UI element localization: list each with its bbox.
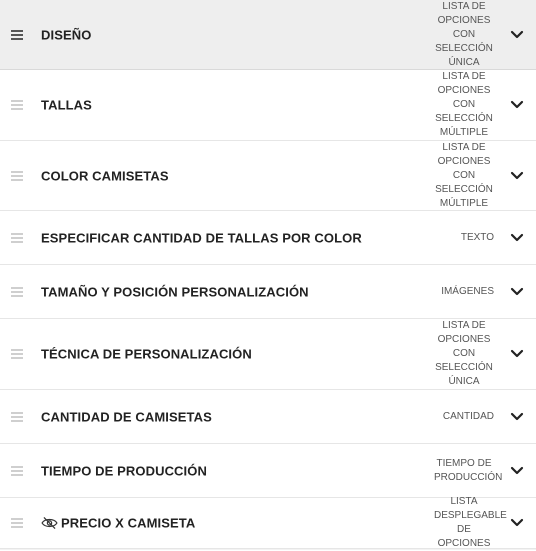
field-row[interactable]: TAMAÑO Y POSICIÓN PERSONALIZACIÓN IMÁGENE… [0, 265, 536, 319]
field-title-text: PRECIO X CAMISETA [61, 515, 196, 531]
field-type: IMÁGENES [414, 285, 494, 299]
field-row[interactable]: TIEMPO DE PRODUCCIÓN TIEMPO DE PRODUCCIÓN [0, 444, 536, 498]
field-type: CANTIDAD [414, 410, 494, 424]
field-type-line: MÚLTIPLE [439, 197, 489, 209]
field-type-line: SELECCIÓN [435, 42, 493, 54]
field-type-line: OPCIONES [437, 334, 491, 345]
drag-handle-icon[interactable] [11, 100, 23, 110]
field-type: TIEMPO DE PRODUCCIÓN [414, 457, 503, 485]
field-type-line: TIEMPO DE [436, 457, 492, 469]
chevron-down-icon[interactable] [510, 30, 524, 40]
field-title: ESPECIFICAR CANTIDAD DE TALLAS POR COLOR [41, 230, 362, 245]
chevron-down-icon[interactable] [510, 518, 524, 528]
chevron-down-icon[interactable] [510, 349, 524, 359]
field-row[interactable]: TALLAS LISTA DE OPCIONES CON SELECCIÓN MÚLTIP… [0, 70, 536, 141]
field-title: TAMAÑO Y POSICIÓN PERSONALIZACIÓN [41, 284, 309, 299]
field-title: TALLAS [41, 98, 92, 113]
field-type-line: MÚLTIPLE [439, 127, 489, 138]
field-type-line: SELECCIÓN [435, 362, 493, 373]
field-type-line: LISTA DE [442, 320, 486, 331]
field-type-line: SELECCIÓN [435, 113, 493, 124]
drag-handle-icon[interactable] [11, 349, 23, 359]
field-type-line: CON [452, 169, 476, 181]
field-title-text: DISEÑO [41, 27, 92, 42]
field-type-line: CON [452, 348, 476, 359]
field-type: LISTA DE OPCIONES CON SELECCIÓN ÚNICA [414, 319, 494, 389]
field-title-text: COLOR CAMISETAS [41, 168, 169, 183]
hidden-eye-icon [41, 517, 58, 529]
field-title: PRECIO X CAMISETA [41, 516, 195, 531]
field-title: TIEMPO DE PRODUCCIÓN [41, 463, 207, 478]
field-type-line: LISTA DE [442, 141, 486, 153]
field-row[interactable]: TÉCNICA DE PERSONALIZACIÓN LISTA DE OPCION… [0, 319, 536, 390]
drag-handle-icon[interactable] [11, 411, 23, 422]
field-title-text: TALLAS [41, 97, 92, 113]
field-type-line: OPCIONES [437, 155, 491, 167]
field-title: COLOR CAMISETAS [41, 168, 169, 183]
field-title-text: TAMAÑO Y POSICIÓN PERSONALIZACIÓN [41, 284, 309, 299]
drag-handle-icon[interactable] [11, 232, 23, 243]
field-type: LISTA DESPLEGABLE DE OPCIONES [414, 495, 507, 551]
field-type-line: CON [452, 28, 476, 40]
field-row[interactable]: COLOR CAMISETAS LISTA DE OPCIONES CON SELECC… [0, 141, 536, 211]
field-type-line: LISTA DE [442, 0, 486, 12]
field-type-line: CANTIDAD [442, 410, 494, 422]
field-type-line: DE OPCIONES [437, 524, 491, 549]
field-row[interactable]: PRECIO X CAMISETA LISTA DESPLEGABLE DE OPCI… [0, 495, 536, 551]
field-type-line: ÚNICA [448, 376, 480, 387]
field-type-line: SELECCIÓN [435, 183, 493, 195]
chevron-down-icon[interactable] [510, 412, 524, 422]
field-row[interactable]: DISEÑO LISTA DE OPCIONES CON SELECCIÓN ÚNICA [0, 0, 536, 70]
field-title: TÉCNICA DE PERSONALIZACIÓN [41, 347, 252, 362]
field-type-line: DESPLEGABLE [434, 510, 507, 521]
drag-handle-icon[interactable] [11, 286, 23, 297]
drag-handle-icon[interactable] [11, 518, 23, 528]
drag-handle-icon[interactable] [11, 29, 23, 40]
field-type-line: LISTA DE [442, 71, 486, 82]
chevron-down-icon[interactable] [510, 466, 524, 476]
chevron-down-icon[interactable] [510, 287, 524, 297]
chevron-down-icon[interactable] [510, 171, 524, 181]
field-type: TEXTO [414, 231, 494, 245]
field-type-line: TEXTO [460, 231, 494, 243]
field-type: LISTA DE OPCIONES CON SELECCIÓN ÚNICA [414, 0, 494, 70]
field-type: LISTA DE OPCIONES CON SELECCIÓN MÚLTIPLE [414, 141, 494, 211]
field-title-text: CANTIDAD DE CAMISETAS [41, 409, 212, 424]
field-title-text: ESPECIFICAR CANTIDAD DE TALLAS POR COLOR [41, 230, 362, 245]
field-type-line: LISTA [450, 496, 478, 507]
field-title-text: TIEMPO DE PRODUCCIÓN [41, 463, 207, 478]
field-list: DISEÑO LISTA DE OPCIONES CON SELECCIÓN ÚNICA T… [0, 0, 536, 549]
field-type-line: OPCIONES [437, 14, 491, 26]
field-row[interactable]: ESPECIFICAR CANTIDAD DE TALLAS POR COLOR… [0, 211, 536, 265]
field-type-line: ÚNICA [448, 56, 480, 68]
drag-handle-icon[interactable] [11, 465, 23, 476]
field-type-line: IMÁGENES [441, 285, 494, 297]
field-title-text: TÉCNICA DE PERSONALIZACIÓN [41, 346, 252, 362]
field-type: LISTA DE OPCIONES CON SELECCIÓN MÚLTIPLE [414, 70, 494, 140]
drag-handle-icon[interactable] [11, 170, 23, 181]
chevron-down-icon[interactable] [510, 100, 524, 110]
field-row[interactable]: CANTIDAD DE CAMISETAS CANTIDAD [0, 390, 536, 444]
field-type-line: CON [452, 99, 476, 110]
field-type-line: PRODUCCIÓN [434, 471, 503, 483]
field-type-line: OPCIONES [437, 85, 491, 96]
field-title: DISEÑO [41, 27, 91, 42]
field-title: CANTIDAD DE CAMISETAS [41, 409, 212, 424]
chevron-down-icon[interactable] [510, 233, 524, 243]
